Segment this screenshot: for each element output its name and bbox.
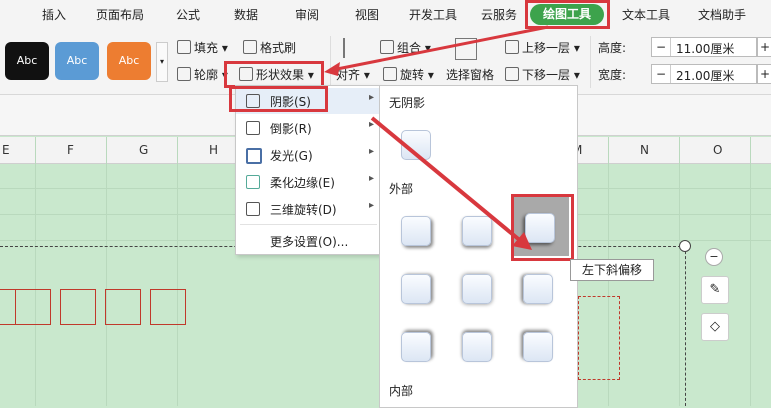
arrow-line — [370, 116, 524, 244]
annotation-arrows — [324, 25, 549, 250]
arrowhead — [324, 62, 340, 76]
arrow-line — [331, 25, 549, 72]
